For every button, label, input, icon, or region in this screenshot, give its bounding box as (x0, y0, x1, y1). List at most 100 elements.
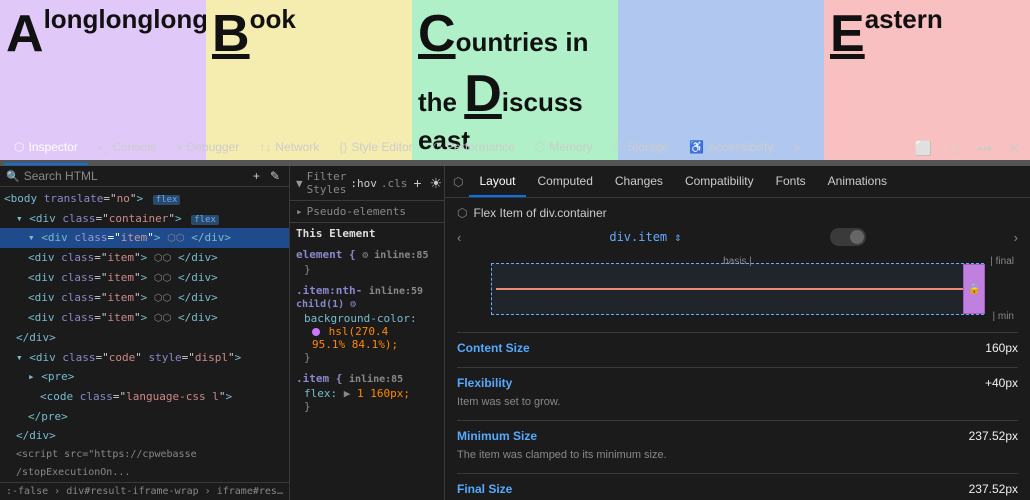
html-tree: <body translate="no"> flex ▾ <div class=… (0, 187, 289, 482)
cls-label: .cls (381, 177, 408, 190)
box1-text: longlonglongword (44, 4, 206, 35)
box3-line1: Countries in the Discuss (418, 4, 612, 124)
content-size-row: Content Size 160px (457, 341, 1018, 355)
styles-panel: ▼ Filter Styles :hov .cls + ☀ ⚙ ▸ Pseudo… (290, 166, 445, 500)
debugger-icon: ⏸ (177, 140, 183, 155)
tab-more[interactable]: » (783, 131, 810, 165)
rule1-closing: } (296, 263, 438, 276)
bm-box: ▶ 🔒 (491, 263, 985, 315)
box1-letter: A (6, 4, 44, 64)
tab-network[interactable]: ↑↓ Network (249, 131, 329, 165)
tab-accessibility[interactable]: ♿ Accessibility (679, 131, 783, 165)
rule2-selector-full: child(1) ⚙ (296, 299, 438, 310)
tree-line-item-5[interactable]: <div class="item"> ⬡⬡ </div> (0, 308, 289, 328)
tree-line-code-div: ▾ <div class="code" style="displ"> (0, 348, 289, 368)
tab-animations[interactable]: Animations (818, 166, 897, 197)
tab-computed[interactable]: Computed (528, 166, 603, 197)
tree-line-item-selected[interactable]: ▾ <div class="item"> ⬡⬡ </div> (0, 228, 289, 248)
minimum-size-row: Minimum Size 237.52px (457, 429, 1018, 443)
preview-area: Alonglonglongword Book Countries in the … (0, 0, 1030, 130)
rule1-gear: ⚙ inline:85 (362, 250, 428, 261)
box5-text: astern (865, 4, 943, 35)
tab-debugger[interactable]: ⏸ Debugger (167, 131, 250, 165)
rule3-closing: } (296, 400, 438, 413)
style-rule-element: element { ⚙ inline:85 } (296, 248, 438, 276)
tree-line-code: <code class="language-css l"> (0, 387, 289, 407)
storage-icon: ⬡ (613, 140, 623, 154)
tab-changes[interactable]: Changes (605, 166, 673, 197)
tab-style-editor[interactable]: {} Style Editor (329, 131, 422, 165)
add-element-button[interactable]: + (250, 169, 263, 183)
tree-line-item-3[interactable]: <div class="item"> ⬡⬡ </div> (0, 268, 289, 288)
min-label: | min (993, 311, 1015, 322)
box3-text2: iscuss (502, 87, 583, 117)
layout-tabs-bar: ⬡ Layout Computed Changes Compatibility … (445, 166, 1030, 198)
rule2-selector: .item:nth- inline:59 (296, 284, 438, 297)
layout-back-icon: ⬡ (453, 175, 463, 189)
inspector-icon: ⬡ (14, 140, 24, 154)
add-rule-button[interactable]: + (411, 175, 423, 191)
tab-compatibility[interactable]: Compatibility (675, 166, 764, 197)
tree-line-item-4[interactable]: <div class="item"> ⬡⬡ </div> (0, 288, 289, 308)
final-size-section: Final Size 237.52px (457, 482, 1018, 496)
flexibility-section: Flexibility +40px Item was set to grow. (457, 376, 1018, 408)
minimum-size-value: 237.52px (969, 429, 1018, 443)
tab-fonts[interactable]: Fonts (766, 166, 816, 197)
rule3-flex-prop: flex: ▶ 1 160px; (296, 387, 438, 400)
rule2-bg-value: hsl(270.4 (296, 325, 438, 338)
box2-text: ook (250, 4, 296, 35)
styles-content: element { ⚙ inline:85 } .item:nth- inlin… (290, 244, 444, 500)
tree-line-close-container: </div> (0, 328, 289, 348)
box-model-diagram: basis | | final | min ▶ 🔒 (457, 254, 1018, 324)
layout-panel: ⬡ Layout Computed Changes Compatibility … (445, 166, 1030, 500)
more-options-button[interactable]: ••• (972, 136, 999, 160)
pseudo-elements-label: Pseudo-elements (307, 205, 406, 218)
flex-item-label: Flex Item of div.container (473, 206, 606, 220)
network-icon: ↑↓ (259, 140, 271, 154)
rule3-selector: .item { inline:85 (296, 372, 438, 385)
close-devtools-button[interactable]: ✕ (1002, 136, 1026, 161)
minimum-size-section: Minimum Size 237.52px The item was clamp… (457, 429, 1018, 461)
devtools-main-content: 🔍 + ✎ <body translate="no"> flex ▾ <div … (0, 166, 1030, 500)
html-panel: 🔍 + ✎ <body translate="no"> flex ▾ <div … (0, 166, 290, 500)
hov-label: :hov (350, 177, 377, 190)
dock-button[interactable]: ⬚ (942, 136, 967, 161)
tab-inspector[interactable]: ⬡ Inspector (4, 131, 88, 165)
rule2-bg-value2: 95.1% 84.1%); (296, 338, 438, 351)
final-label: | final (990, 256, 1014, 267)
rule2-bg-prop: background-color: (296, 312, 438, 325)
minimum-size-label: Minimum Size (457, 429, 537, 443)
element-selector-row: ‹ div.item ⇕ › (457, 228, 1018, 246)
accessibility-icon: ♿ (689, 140, 704, 154)
filter-icon: ▼ (296, 177, 303, 190)
final-size-row: Final Size 237.52px (457, 482, 1018, 496)
tree-line-item-2[interactable]: <div class="item"> ⬡⬡ </div> (0, 248, 289, 268)
tab-memory[interactable]: ⬡ Memory (525, 131, 603, 165)
rule3-inline: inline:85 (349, 374, 403, 385)
tree-line-pre: ▸ <pre> (0, 367, 289, 387)
tab-performance[interactable]: ⏱ Performance (423, 131, 525, 165)
color-swatch (312, 328, 320, 336)
style-editor-icon: {} (339, 140, 347, 154)
tab-console[interactable]: ›_ Console (88, 131, 167, 165)
style-rule-nth-child: .item:nth- inline:59 child(1) ⚙ backgrou… (296, 284, 438, 364)
rule2-closing: } (296, 351, 438, 364)
html-search-input[interactable] (24, 169, 246, 183)
flexibility-desc: Item was set to grow. (457, 396, 1018, 408)
next-element-button[interactable]: › (1014, 230, 1018, 245)
pseudo-elements-row[interactable]: ▸ Pseudo-elements (290, 201, 444, 223)
content-size-label: Content Size (457, 341, 530, 355)
breadcrumb: :-false › div#result-iframe-wrap › ifram… (0, 482, 289, 500)
flexibility-value: +40px (985, 376, 1018, 390)
rule1-selector: element { ⚙ inline:85 (296, 248, 438, 261)
divider-2 (457, 367, 1018, 368)
devtools-right-controls: ⬜ ⬚ ••• ✕ (909, 136, 1026, 161)
tab-layout[interactable]: Layout (469, 166, 525, 197)
tab-storage[interactable]: ⬡ Storage (603, 131, 680, 165)
memory-icon: ⬡ (535, 140, 545, 154)
light-mode-button[interactable]: ☀ (428, 175, 445, 192)
prev-element-button[interactable]: ‹ (457, 230, 461, 245)
pick-element-button[interactable]: ✎ (267, 169, 283, 183)
element-toggle[interactable] (830, 228, 866, 246)
split-view-button[interactable]: ⬜ (909, 136, 938, 161)
